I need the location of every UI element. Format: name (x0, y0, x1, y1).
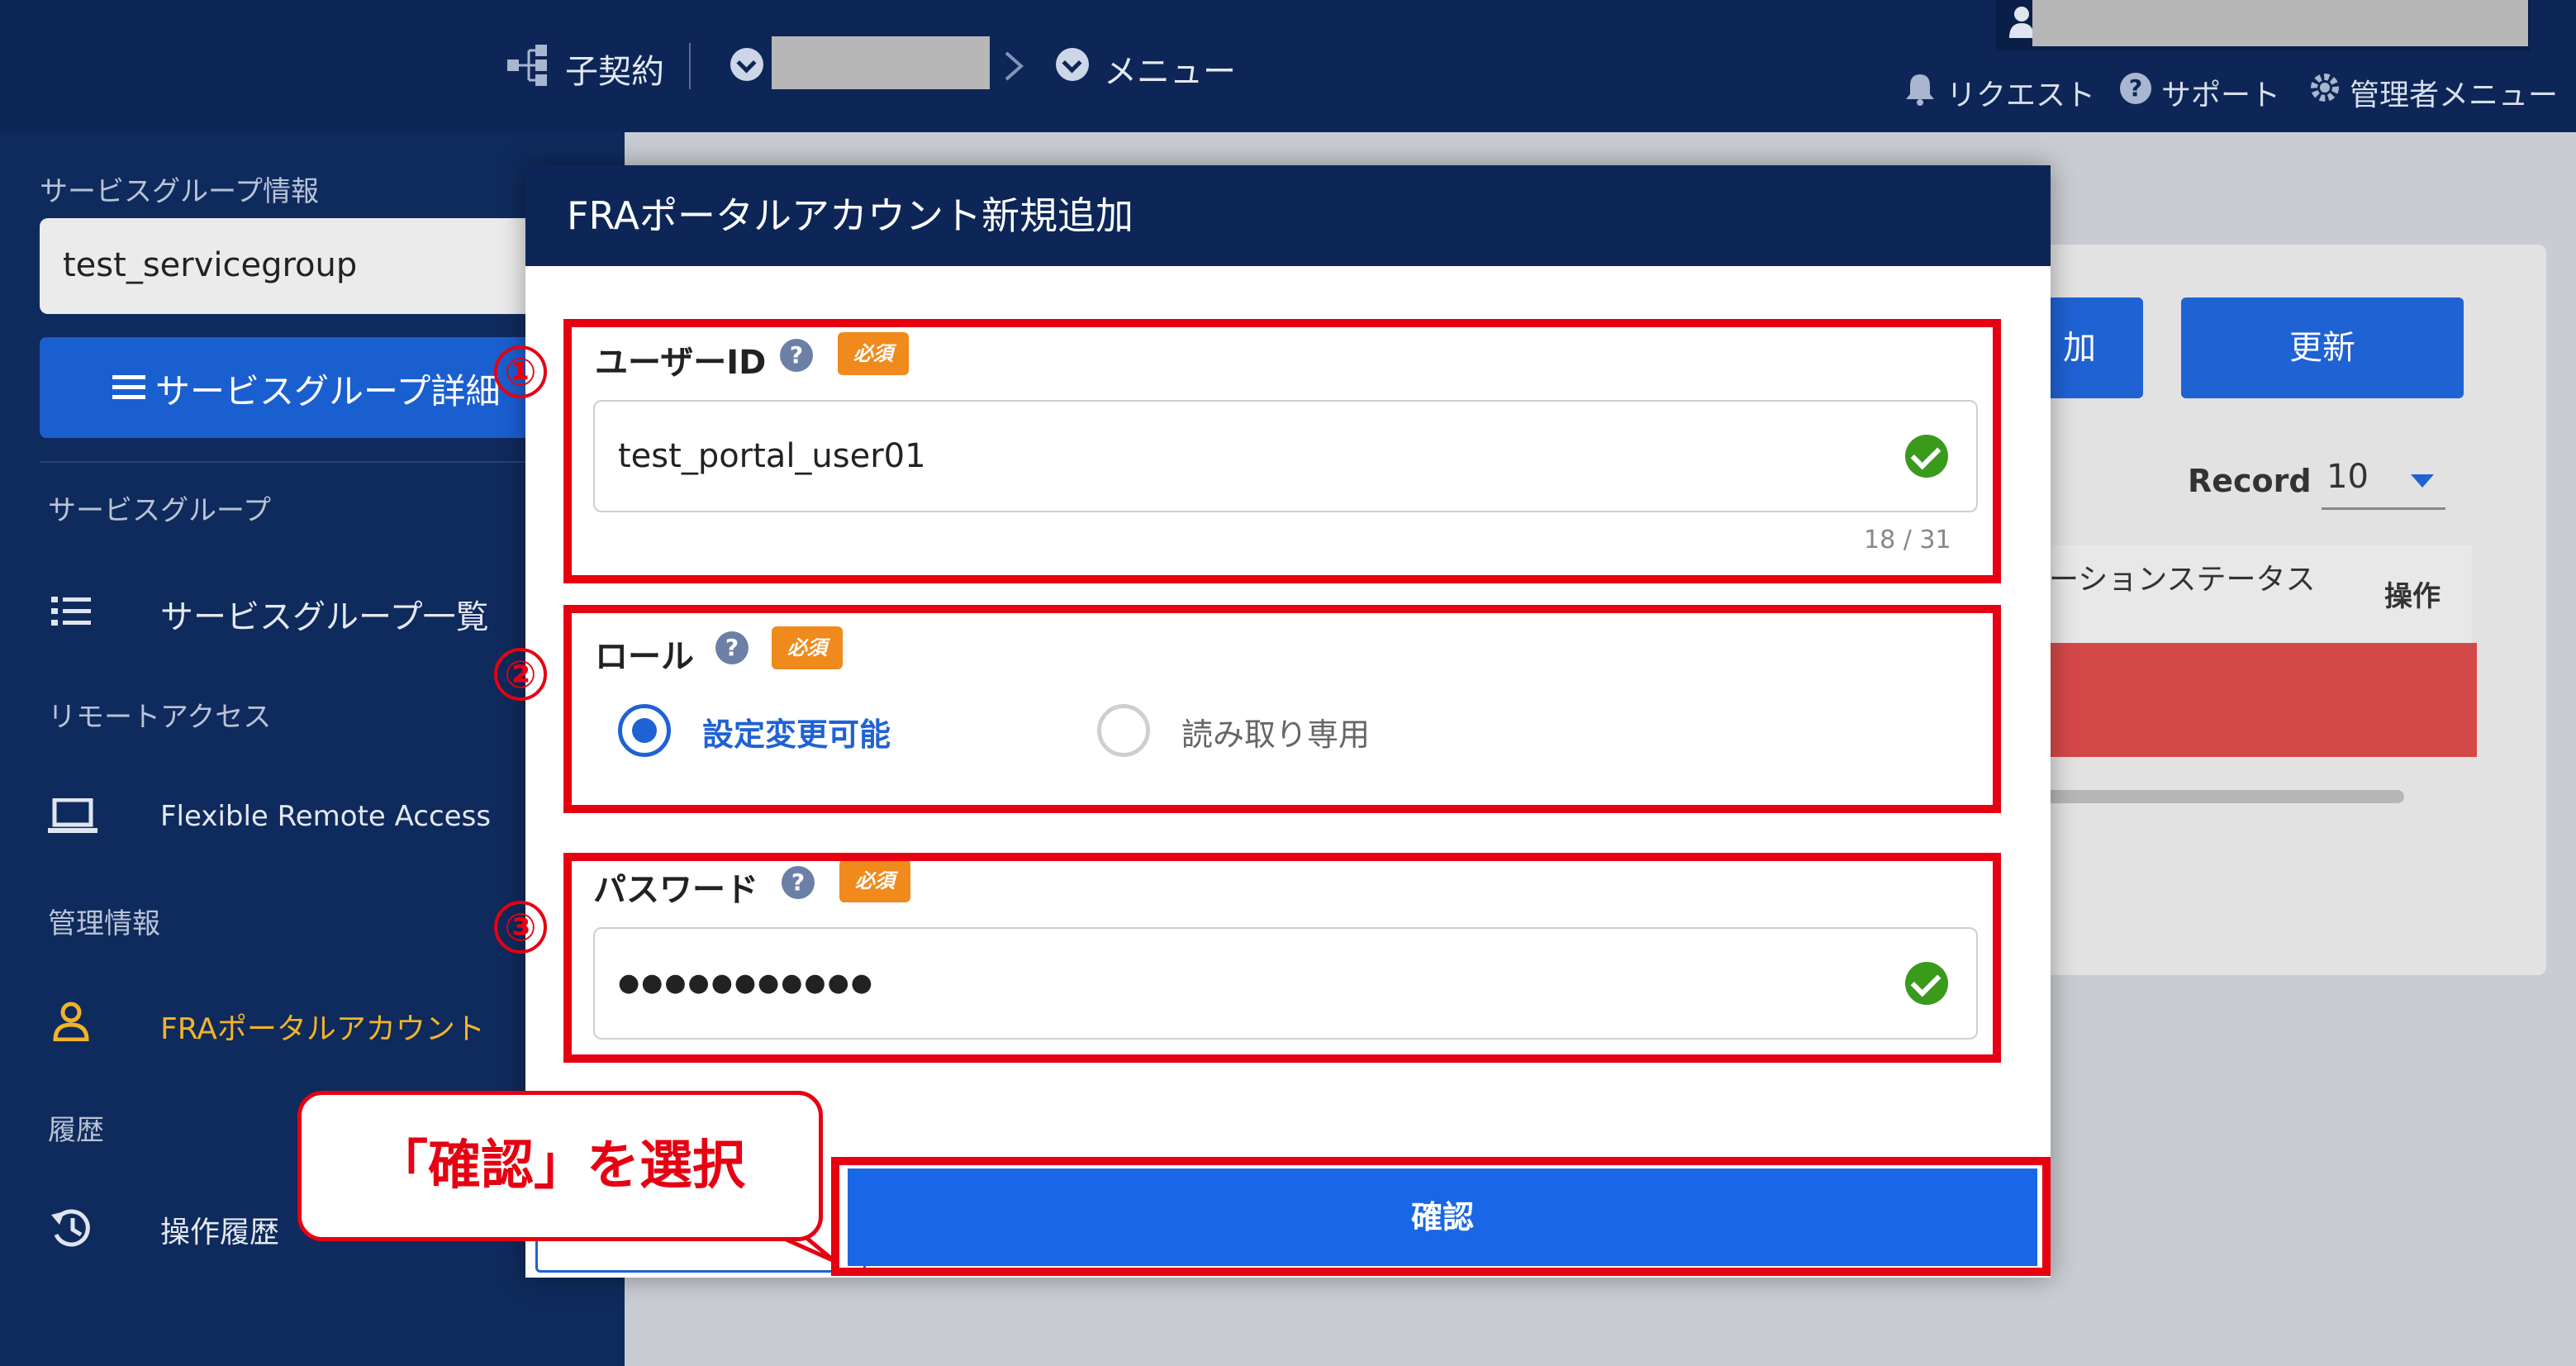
chevron-right-icon (1005, 51, 1024, 81)
update-button[interactable]: 更新 (2181, 297, 2464, 398)
contract-name-redacted (772, 36, 990, 89)
help-icon: ? (2120, 73, 2151, 104)
group-detail-label: サービスグループ詳細 (155, 371, 501, 412)
sidebar-item-op-history[interactable]: 操作履歴 (160, 1208, 279, 1251)
laptop-icon (48, 798, 97, 833)
modal-title: FRAポータルアカウント新規追加 (525, 165, 2051, 266)
col-action: 操作 (2384, 580, 2441, 613)
menu-breadcrumb[interactable]: メニュー (1104, 45, 1236, 93)
highlight-box-confirm (831, 1157, 2051, 1276)
bell-icon (1906, 74, 1934, 106)
person-icon (53, 1002, 89, 1041)
section-history: 履歴 (48, 1114, 104, 1147)
chevron-down-icon[interactable] (730, 48, 763, 81)
highlight-box-user-id (563, 319, 2001, 583)
request-link[interactable]: リクエスト (1946, 71, 2095, 114)
highlight-box-role (563, 605, 2001, 813)
admin-menu-link[interactable]: 管理者メニュー (2350, 71, 2558, 114)
sidebar-item-fra[interactable]: Flexible Remote Access (160, 800, 491, 833)
sidebar-item-group-list[interactable]: サービスグループ一覧 (160, 590, 489, 638)
record-select-underline (2322, 507, 2445, 510)
user-icon (2009, 7, 2034, 38)
callout-select-confirm: 「確認」を選択 (297, 1091, 823, 1241)
list-icon (51, 597, 91, 626)
list-icon (112, 375, 145, 399)
record-label: Record (2188, 463, 2312, 499)
section-service-group: サービスグループ (48, 494, 271, 527)
chevron-down-icon[interactable] (1056, 48, 1089, 81)
header-divider (689, 43, 691, 89)
history-icon (51, 1209, 90, 1247)
hierarchy-icon (507, 45, 547, 86)
table-row[interactable] (2041, 643, 2477, 757)
group-detail-button[interactable]: サービスグループ詳細 (40, 337, 568, 438)
sidebar-item-fra-portal[interactable]: FRAポータルアカウント (160, 1005, 485, 1048)
col-status: ーションステータス (2049, 563, 2316, 597)
gear-icon (2311, 74, 2339, 102)
step-3-marker: ③ (494, 901, 547, 954)
record-select[interactable]: 10 (2326, 458, 2369, 496)
horizontal-scrollbar[interactable] (2041, 790, 2404, 803)
step-2-marker: ② (494, 648, 547, 701)
section-remote-access: リモートアクセス (48, 701, 272, 734)
service-group-select[interactable]: test_servicegroup (40, 218, 568, 314)
user-name-redacted (2032, 0, 2528, 46)
highlight-box-password (563, 853, 2001, 1063)
section-management: 管理情報 (48, 907, 160, 940)
step-1-marker: ① (494, 345, 547, 398)
support-link[interactable]: サポート (2161, 71, 2280, 114)
contract-breadcrumb[interactable]: 子契約 (565, 45, 664, 93)
dropdown-arrow-icon[interactable] (2411, 474, 2434, 489)
group-info-label: サービスグループ情報 (40, 175, 319, 208)
